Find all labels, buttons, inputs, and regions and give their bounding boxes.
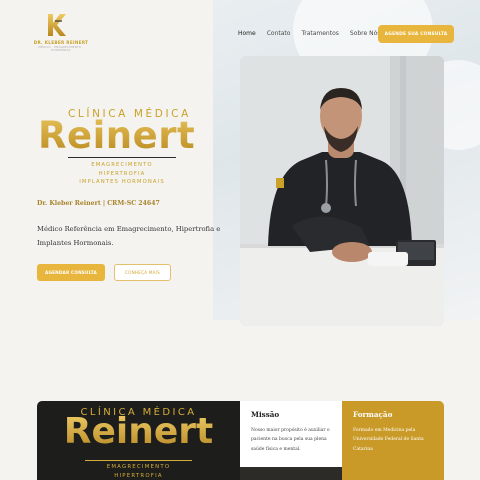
tag-hypertrophy: HIPERTROFIA bbox=[98, 170, 146, 177]
hero-brand-title: Reinert bbox=[38, 114, 196, 157]
about-section: CLÍNICA MÉDICA Reinert EMAGRECIMENTO HIP… bbox=[37, 401, 444, 480]
about-brand-tags: EMAGRECIMENTO HIPERTROFIA bbox=[37, 463, 240, 480]
training-text: Formado em Medicina pela Universidade Fe… bbox=[353, 428, 424, 452]
divider bbox=[68, 157, 176, 158]
dark-card-strip bbox=[240, 467, 342, 480]
mission-text: Nosso maior propósito é auxiliar o pacie… bbox=[251, 428, 330, 452]
nav-item-about[interactable]: Sobre Nós bbox=[350, 30, 381, 37]
logo-subtitle: MÉDICO · EMAGRECIMENTO · HORMÔNIOS bbox=[38, 46, 84, 52]
about-brand-card: CLÍNICA MÉDICA Reinert EMAGRECIMENTO HIP… bbox=[37, 401, 240, 480]
tag-weight-loss: EMAGRECIMENTO bbox=[106, 464, 171, 470]
tag-weight-loss: EMAGRECIMENTO bbox=[91, 162, 153, 168]
logo-name: DR. KLEBER REINERT bbox=[33, 40, 89, 45]
learn-more-button[interactable]: CONHEÇA MAIS bbox=[114, 264, 171, 281]
nav-item-home[interactable]: Home bbox=[238, 30, 256, 37]
nav-item-treatments[interactable]: Tratamentos bbox=[301, 30, 338, 37]
hero-brand-tags: EMAGRECIMENTO HIPERTROFIA IMPLANTES HORM… bbox=[68, 161, 176, 187]
logo-mark-icon bbox=[48, 14, 66, 36]
divider bbox=[85, 460, 192, 461]
tag-hormonal-implants: IMPLANTES HORMONAIS bbox=[79, 179, 165, 185]
training-title: Formação bbox=[353, 410, 393, 419]
mission-title: Missão bbox=[251, 410, 280, 419]
mission-card: Missão Nosso maior propósito é auxiliar … bbox=[240, 401, 342, 467]
doctor-portrait-icon bbox=[240, 56, 444, 326]
doctor-photo bbox=[240, 56, 444, 326]
schedule-button[interactable]: AGENDE SUA CONSULTA bbox=[378, 25, 454, 43]
about-brand-title: Reinert bbox=[37, 411, 240, 452]
training-card: Formação Formado em Medicina pela Univer… bbox=[342, 401, 444, 480]
main-nav: Home Contato Tratamentos Sobre Nós bbox=[238, 30, 380, 37]
hero-description: Médico Referência em Emagrecimento, Hipe… bbox=[37, 225, 221, 247]
tag-hypertrophy: HIPERTROFIA bbox=[114, 473, 163, 479]
doctor-name: Dr. Kleber Reinert | CRM-SC 24647 bbox=[37, 200, 160, 207]
clinic-logo[interactable]: DR. KLEBER REINERT MÉDICO · EMAGRECIMENT… bbox=[30, 12, 92, 52]
book-appointment-button[interactable]: AGENDAR CONSULTA bbox=[37, 264, 105, 281]
nav-item-contact[interactable]: Contato bbox=[267, 30, 291, 37]
